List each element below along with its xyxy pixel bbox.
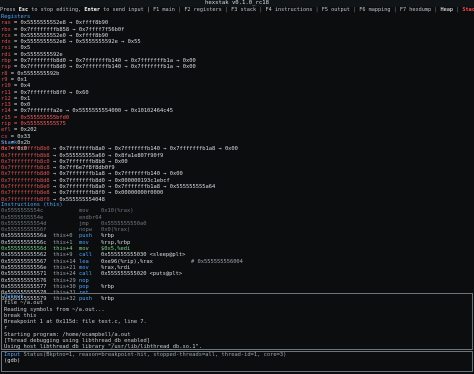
- stack-value: → 0x7fffffffb8a0 → 0x7fffffffb140 → 0x7f…: [49, 146, 238, 153]
- register-value: = 0x7fffffffb8d0 → 0x7fffffffb140 → 0x7f…: [10, 64, 196, 71]
- register-value: = 0x5555555552e8 → 0x5555555592e → 0x55: [10, 39, 141, 46]
- tab-f7-hexdump[interactable]: F7 hexdump: [400, 7, 431, 13]
- register-value: = 0x5555555552e0 → 0xffff8b90: [10, 32, 109, 39]
- tab-separator: |: [256, 7, 266, 13]
- register-name: rbx: [1, 26, 11, 33]
- register-name: rdi: [1, 51, 11, 58]
- input-panel[interactable]: Input Status(Bkptno=1, reason=breakpoint…: [1, 351, 473, 372]
- register-value: = 0x33: [7, 133, 31, 140]
- hint-key-enter: Enter: [84, 7, 100, 13]
- register-name: rdx: [1, 39, 11, 46]
- register-value: = 0x0: [10, 102, 31, 109]
- window-title: hexstak v0.1.0_rc18: [0, 0, 474, 7]
- hint-key-esc: Esc: [18, 7, 29, 13]
- tab-heap[interactable]: Heap: [440, 7, 453, 13]
- input-line[interactable]: (gdb): [2, 358, 472, 364]
- stack-address: 0x7ffffffffb8c8: [1, 165, 50, 172]
- hint-text-2: to stop editing,: [28, 7, 85, 13]
- stack-address: 0x7ffffffffb8b0: [1, 146, 50, 153]
- register-name: rsp: [1, 64, 11, 71]
- register-name: r10: [1, 83, 11, 90]
- stack-address: 0x7ffffffffb8d8: [1, 177, 50, 184]
- register-value: = 0x555555555bfd0: [10, 114, 70, 121]
- register-name: rsi: [1, 45, 11, 52]
- panel-tabs: F1 main | F2 registers | F3 stack | F4 i…: [153, 7, 474, 13]
- register-value: = 0x4: [10, 83, 31, 90]
- registers-panel: Registers rax = 0x5555555552e8 → 0xffff8…: [1, 14, 473, 153]
- tab-f1-main[interactable]: F1 main: [153, 7, 175, 13]
- register-value: = 0x1: [7, 76, 27, 83]
- stack-value: → 0x7fffffffb8f0 → 0x00000000f0000: [49, 190, 164, 197]
- register-name: r11: [1, 89, 11, 96]
- stack-value: → 0x7fffffffb8d0 → 0x000000193c1ebcf: [49, 177, 170, 184]
- instructions-list: 0x5555555554c mov 0x10(%rax) 0x5555555554e e…: [1, 208, 473, 302]
- register-value: = 0x7fffffffb8d0 → 0x7fffffffb140 → 0x7f…: [10, 58, 196, 65]
- register-name: efl: [1, 127, 11, 134]
- register-value: = 0x5555555592b: [7, 70, 60, 77]
- tab-f5-output[interactable]: F5 output: [322, 7, 350, 13]
- stack-address: 0x7ffffffffb8b8: [1, 152, 50, 159]
- stack-address: 0x7ffffffffb8c0: [1, 158, 50, 165]
- output-panel[interactable]: Output file ~/a.out Reading symbols from …: [1, 293, 473, 350]
- stack-list: 0x7ffffffffb8b0 → 0x7fffffffb8a0 → 0x7ff…: [1, 146, 473, 203]
- register-value: = 0x5555555592e: [10, 51, 63, 58]
- stack-value: → 0x7fffffffb1a8 → 0x7fffffffb140 → 0x00: [49, 171, 183, 178]
- register-value: = 0x7ffffffffb858 → 0x7ffff7f56b0f: [10, 26, 125, 33]
- register-value: = 0x555555555575: [10, 121, 66, 128]
- register-name: rcx: [1, 32, 11, 39]
- register-name: r13: [1, 102, 11, 109]
- hexstak-window: hexstak v0.1.0_rc18 Press Esc to stop ed…: [0, 0, 474, 374]
- register-value: = 0x7fffffffa2e → 0x5555555554000 → 0x10…: [10, 108, 174, 115]
- stack-panel: Stack 0x7ffffffffb8b0 → 0x7fffffffb8a0 →…: [1, 140, 473, 203]
- output-log: file ~/a.out Reading symbols from ~/a.out…: [2, 300, 472, 350]
- register-value: = 0x1: [10, 95, 31, 102]
- register-name: r14: [1, 108, 11, 115]
- tab-separator: |: [174, 7, 185, 13]
- instructions-panel: Instructions (this) 0x5555555554c mov 0x10…: [1, 202, 473, 303]
- tab-separator: |: [312, 7, 322, 13]
- register-value: = 0x5: [10, 45, 31, 52]
- stack-address: 0x7ffffffffb8d0: [1, 171, 50, 178]
- input-status: Status(Bkptno=1, reason=breakpoint-hit, …: [23, 352, 287, 358]
- tab-f6-mapping[interactable]: F6 mapping: [359, 7, 390, 13]
- register-value: = 0x5555555552e8 → 0xffff8b90: [10, 20, 109, 27]
- registers-list: rax = 0x5555555552e8 → 0xffff8b90 rbx = 0…: [1, 20, 473, 152]
- hint-text-3: to send input |: [99, 7, 154, 13]
- tab-separator: |: [390, 7, 400, 13]
- input-title: Input: [4, 352, 21, 358]
- instruction-operands: 0x10(%rax): [101, 208, 134, 215]
- stack-address: 0x7ffffffffb8e8: [1, 190, 50, 197]
- tab-stack[interactable]: Stack: [462, 7, 474, 13]
- register-value: = 0x7fffffffb8f0 → 0x60: [10, 89, 89, 96]
- stack-value: → 0x7fffffffb8b8 → 0x00: [49, 158, 128, 165]
- tab-f3-stack[interactable]: F3 stack: [231, 7, 256, 13]
- instruction-comment: # 0x555555556004: [191, 258, 243, 265]
- register-value: = 0x202: [10, 127, 37, 134]
- stack-value: → 0x555555555a60 → 0x8fa1e807f90f9: [49, 152, 164, 159]
- tab-separator: |: [221, 7, 232, 13]
- key-hint-bar: Press Esc to stop editing, Enter to send…: [0, 7, 474, 14]
- stack-address: 0x7ffffffffb8e0: [1, 184, 50, 191]
- tab-separator: |: [349, 7, 360, 13]
- register-name: r15: [1, 114, 11, 121]
- register-name: r12: [1, 95, 11, 102]
- output-line: Using host libthread_db library "/usr/li…: [4, 344, 202, 351]
- hint-text-1: Press: [0, 7, 19, 13]
- tab-f4-instructions[interactable]: F4 instructions: [266, 7, 313, 13]
- stack-value: → 0x7fffffffb8a0 → 0x7fffffffb1a8 → 0x55…: [49, 184, 216, 191]
- tab-separator: |: [452, 7, 463, 13]
- gdb-prompt: (gdb): [4, 358, 21, 365]
- register-name: rbp: [1, 58, 11, 65]
- tab-f2-registers[interactable]: F2 registers: [184, 7, 221, 13]
- stack-value: → 0x7ff6e7f8f8db0f9: [49, 165, 115, 172]
- register-name: rax: [1, 20, 11, 27]
- register-name: rip: [1, 121, 11, 128]
- instruction-operands: 0x555555555020 <puts@plt>: [101, 271, 183, 278]
